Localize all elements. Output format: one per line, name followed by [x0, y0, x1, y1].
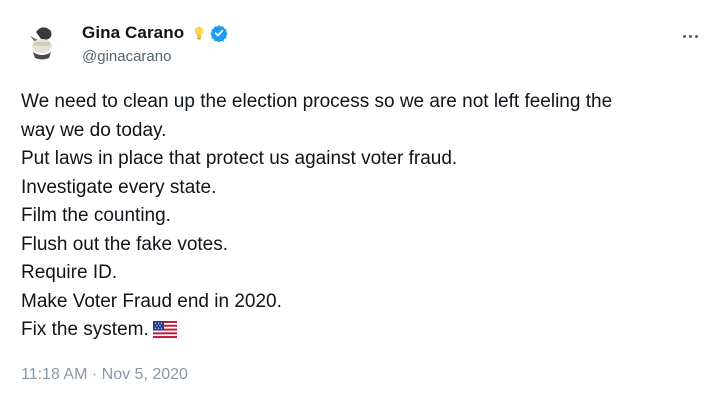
handle[interactable]: @ginacarano	[82, 48, 228, 65]
verified-badge-icon	[210, 24, 228, 43]
tweet-line: Put laws in place that protect us agains…	[21, 148, 458, 169]
tweet-line: Make Voter Fraud end in 2020.	[21, 290, 282, 312]
display-name[interactable]: Gina Carano	[82, 23, 184, 43]
tweet-line: Flush out the fake votes.	[21, 233, 229, 255]
tweet-text: We need to clean up the election process…	[21, 88, 690, 345]
tweet-line: Film the counting.	[21, 205, 171, 226]
tweet-line: We need to clean up the election process…	[21, 91, 613, 112]
tweet-header: Gina Carano @ginacarano	[16, 14, 704, 70]
lightbulb-icon	[193, 25, 205, 41]
more-options-icon[interactable]	[676, 26, 704, 46]
tweet-timestamp[interactable]: 11:18 AM · Nov 5, 2020	[21, 366, 188, 384]
avatar[interactable]	[16, 14, 68, 66]
tweet-line: Fix the system.	[21, 319, 149, 340]
tweet-line: Investigate every state.	[21, 176, 217, 198]
tweet-card: Gina Carano @ginacarano We need to clean…	[0, 0, 720, 403]
tweet-line: Require ID.	[21, 262, 118, 283]
tweet-line: way we do today.	[21, 119, 167, 141]
author-block: Gina Carano @ginacarano	[82, 22, 228, 65]
us-flag-icon	[152, 319, 178, 339]
tweet-last-line: Fix the system.	[21, 316, 690, 345]
avatar-image	[16, 14, 68, 66]
